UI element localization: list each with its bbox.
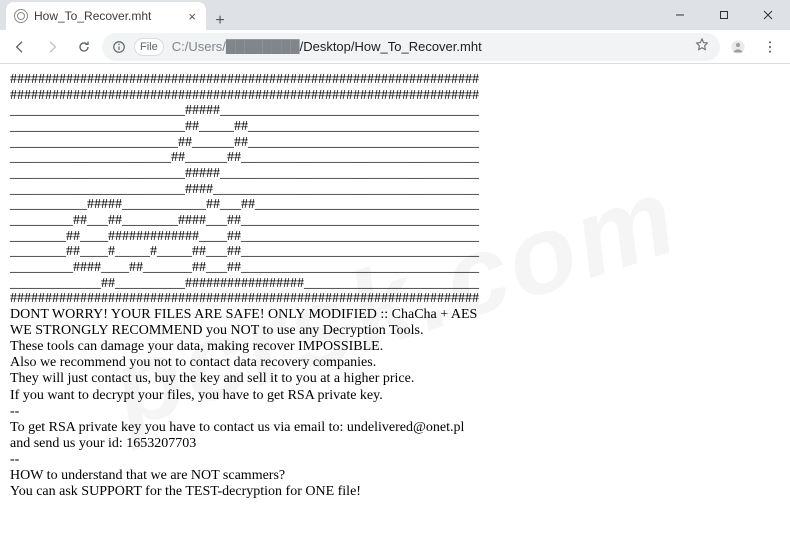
ransom-text: DONT WORRY! YOUR FILES ARE SAFE! ONLY MO…: [10, 307, 780, 500]
tab-title: How_To_Recover.mht: [34, 9, 180, 23]
close-icon: [763, 10, 773, 20]
text-line: --: [10, 404, 780, 420]
close-window-button[interactable]: [746, 0, 790, 30]
text-line: WE STRONGLY RECOMMEND you NOT to use any…: [10, 323, 780, 339]
plus-icon: +: [215, 12, 224, 30]
menu-button[interactable]: [756, 33, 784, 61]
star-icon: [694, 37, 710, 53]
text-line: Also we recommend you not to contact dat…: [10, 355, 780, 371]
url-path: C:/Users/████████/Desktop/How_To_Recover…: [172, 39, 482, 54]
text-line: You can ask SUPPORT for the TEST-decrypt…: [10, 484, 780, 500]
info-icon: [112, 40, 126, 54]
ascii-art: ########################################…: [10, 72, 780, 307]
close-tab-icon[interactable]: ×: [186, 9, 198, 24]
profile-button[interactable]: [724, 33, 752, 61]
text-line: These tools can damage your data, making…: [10, 339, 780, 355]
address-bar[interactable]: File C:/Users/████████/Desktop/How_To_Re…: [102, 33, 720, 61]
maximize-icon: [719, 10, 729, 20]
page-content: pcrsk.com ##############################…: [0, 64, 790, 541]
file-chip: File: [134, 38, 164, 56]
title-bar: How_To_Recover.mht × +: [0, 0, 790, 30]
text-line: HOW to understand that we are NOT scamme…: [10, 468, 780, 484]
bookmark-button[interactable]: [694, 37, 710, 56]
forward-button[interactable]: [38, 33, 66, 61]
globe-icon: [14, 9, 28, 23]
text-line: and send us your id: 1653207703: [10, 436, 780, 452]
tab-strip: How_To_Recover.mht × +: [0, 0, 658, 30]
window-controls: [658, 0, 790, 30]
arrow-left-icon: [12, 39, 28, 55]
reload-button[interactable]: [70, 33, 98, 61]
avatar-icon: [730, 39, 746, 55]
minimize-icon: [675, 10, 685, 20]
text-line: They will just contact us, buy the key a…: [10, 371, 780, 387]
text-line: --: [10, 452, 780, 468]
toolbar: File C:/Users/████████/Desktop/How_To_Re…: [0, 30, 790, 64]
kebab-icon: [762, 39, 778, 55]
text-line: DONT WORRY! YOUR FILES ARE SAFE! ONLY MO…: [10, 307, 780, 323]
maximize-button[interactable]: [702, 0, 746, 30]
back-button[interactable]: [6, 33, 34, 61]
text-line: If you want to decrypt your files, you h…: [10, 388, 780, 404]
new-tab-button[interactable]: +: [206, 12, 234, 30]
text-line: To get RSA private key you have to conta…: [10, 420, 780, 436]
arrow-right-icon: [44, 39, 60, 55]
minimize-button[interactable]: [658, 0, 702, 30]
browser-tab[interactable]: How_To_Recover.mht ×: [6, 2, 206, 30]
reload-icon: [76, 39, 92, 55]
